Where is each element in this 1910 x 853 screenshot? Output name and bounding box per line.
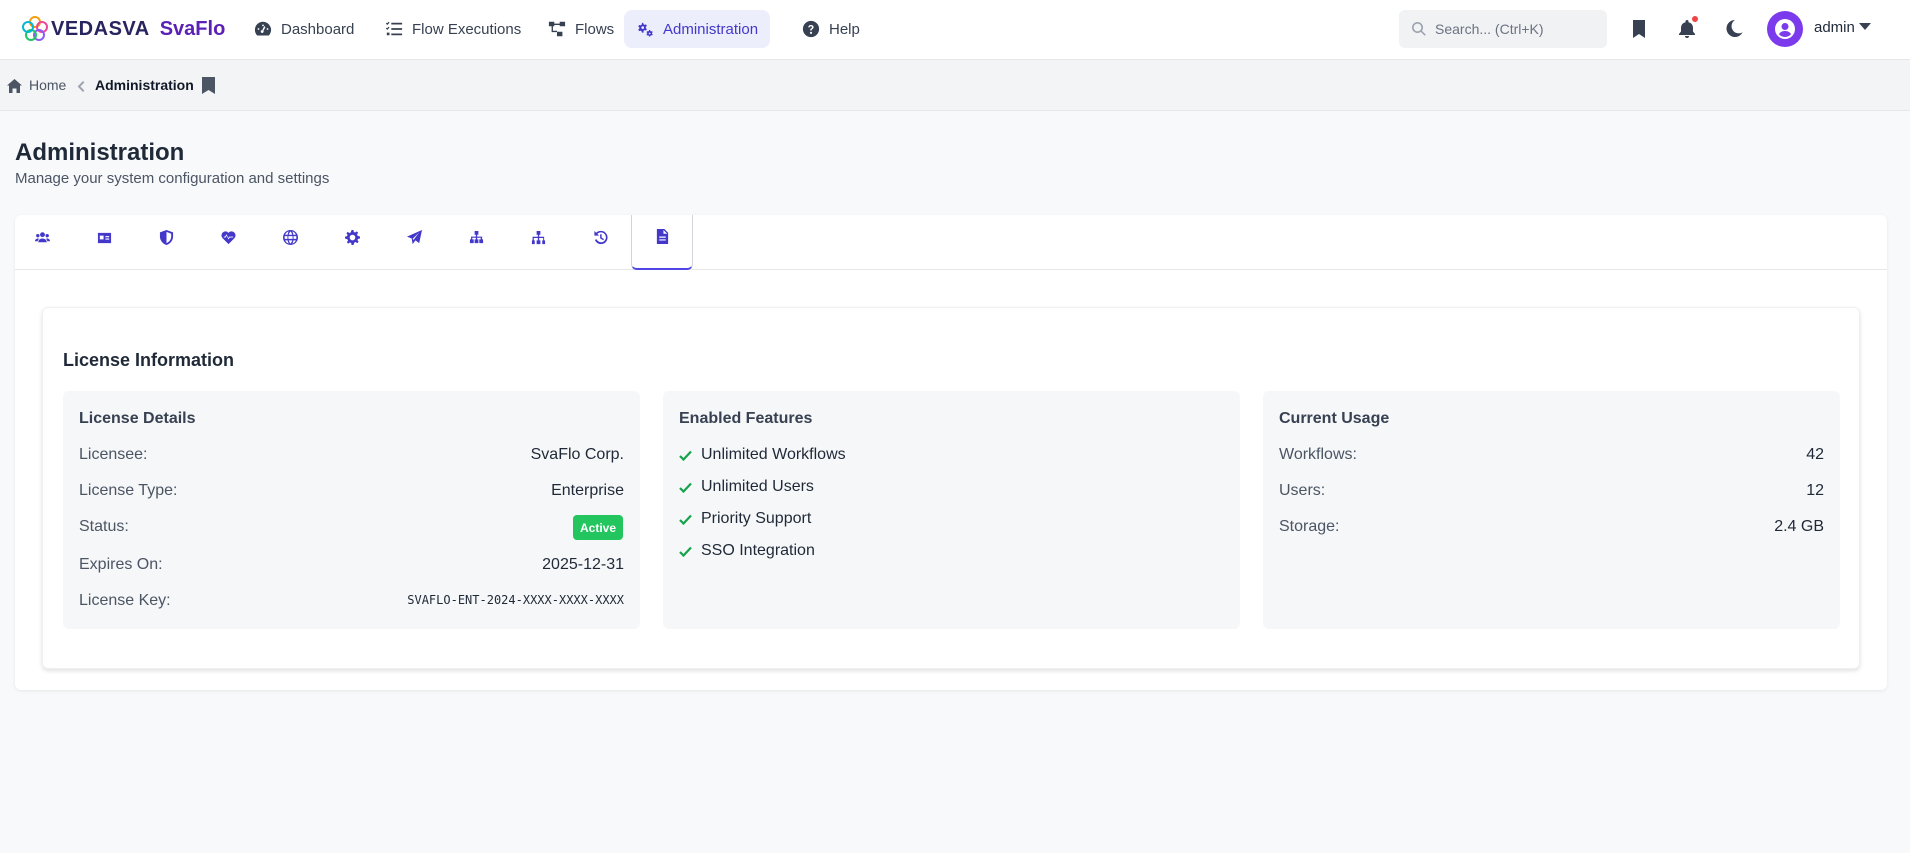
tab-settings[interactable]: [321, 215, 383, 270]
theme-toggle-button[interactable]: [1722, 16, 1746, 42]
license-key-value: SVAFLO-ENT-2024-XXXX-XXXX-XXXX: [407, 593, 624, 607]
users-value: 12: [1806, 482, 1824, 499]
hierarchy-icon: [531, 230, 545, 245]
brand-product: SvaFlo: [159, 17, 226, 40]
globe-icon: [282, 230, 298, 245]
flower-logo-icon: [22, 16, 48, 41]
question-circle-icon: [802, 20, 820, 38]
current-usage-title: Current Usage: [1279, 410, 1390, 427]
brand-name: VEDASVA: [51, 17, 150, 40]
search-input[interactable]: Search... (Ctrl+K): [1399, 10, 1607, 48]
feature-item: Unlimited Users: [679, 478, 814, 496]
shield-icon: [159, 230, 173, 245]
nav-flow-executions[interactable]: Flow Executions: [373, 10, 533, 48]
paper-plane-icon: [406, 230, 422, 245]
expires-label: Expires On:: [79, 556, 163, 573]
tab-id-card[interactable]: [73, 215, 135, 270]
tab-network[interactable]: [259, 215, 321, 270]
license-type-value: Enterprise: [551, 482, 624, 499]
enabled-features-title: Enabled Features: [679, 410, 813, 427]
home-icon: [7, 79, 22, 93]
licensee-label: Licensee:: [79, 446, 148, 463]
users-label: Users:: [1279, 482, 1326, 499]
tab-license[interactable]: [631, 215, 693, 270]
tab-audit-history[interactable]: [569, 215, 631, 270]
caret-down-icon[interactable]: [1859, 23, 1871, 30]
gauge-icon: [254, 21, 272, 36]
feature-item: SSO Integration: [679, 542, 815, 560]
feature-label: Unlimited Users: [701, 478, 814, 495]
tab-organization[interactable]: [507, 215, 569, 270]
breadcrumb-home[interactable]: Home: [29, 77, 66, 93]
nav-administration-label: Administration: [663, 20, 759, 38]
breadcrumb: [0, 61, 1910, 111]
file-icon: [656, 229, 668, 244]
tab-health[interactable]: [197, 215, 259, 270]
moon-icon: [1726, 20, 1743, 37]
storage-value: 2.4 GB: [1774, 518, 1824, 535]
status-label: Status:: [79, 518, 129, 535]
feature-label: Priority Support: [701, 510, 812, 527]
notification-dot: [1691, 15, 1699, 23]
nav-administration[interactable]: Administration: [624, 10, 771, 48]
nav-dashboard[interactable]: Dashboard: [242, 10, 366, 48]
nav-dashboard-label: Dashboard: [281, 20, 355, 38]
workflows-value: 42: [1806, 446, 1824, 463]
page-subtitle: Manage your system configuration and set…: [15, 170, 330, 187]
notifications-button[interactable]: [1675, 15, 1699, 42]
license-type-label: License Type:: [79, 482, 178, 499]
gear-icon: [344, 230, 360, 245]
feature-item: Unlimited Workflows: [679, 446, 846, 464]
license-key-label: License Key:: [79, 592, 171, 609]
check-icon: [679, 546, 692, 557]
gears-icon: [638, 22, 653, 37]
list-check-icon: [385, 21, 403, 36]
user-name[interactable]: admin: [1814, 19, 1855, 36]
flow-diagram-icon: [548, 21, 566, 37]
user-circle-icon: [1775, 19, 1795, 39]
bookmarks-button[interactable]: [1627, 16, 1651, 42]
breadcrumb-current: Administration: [95, 77, 194, 93]
storage-label: Storage:: [1279, 518, 1340, 535]
chevron-left-icon: [77, 81, 85, 92]
users-icon: [34, 232, 50, 243]
feature-label: Unlimited Workflows: [701, 446, 846, 463]
tab-integrations[interactable]: [445, 215, 507, 270]
check-icon: [679, 514, 692, 525]
check-icon: [679, 482, 692, 493]
brand-logo-link[interactable]: VEDASVA SvaFlo: [22, 14, 225, 44]
search-placeholder: Search... (Ctrl+K): [1435, 21, 1544, 37]
top-navbar: VEDASVA SvaFlo Dashboard Flow Executions…: [0, 0, 1910, 60]
nav-help[interactable]: Help: [790, 10, 872, 48]
heart-pulse-icon: [220, 231, 236, 245]
expires-value: 2025-12-31: [542, 556, 624, 573]
nav-flow-executions-label: Flow Executions: [412, 20, 522, 38]
bookmark-page-icon[interactable]: [202, 77, 215, 94]
feature-item: Priority Support: [679, 510, 811, 528]
id-card-icon: [97, 232, 111, 244]
history-icon: [593, 230, 608, 245]
licensee-value: SvaFlo Corp.: [530, 446, 624, 463]
user-avatar[interactable]: [1767, 11, 1803, 47]
license-details-title: License Details: [79, 410, 196, 427]
bookmark-icon: [1633, 20, 1645, 38]
search-icon: [1412, 22, 1426, 36]
tab-users[interactable]: [11, 215, 73, 270]
license-section-title: License Information: [63, 350, 235, 370]
feature-label: SSO Integration: [701, 542, 815, 559]
page-title: Administration: [15, 139, 185, 166]
check-icon: [679, 450, 692, 461]
workflows-label: Workflows:: [1279, 446, 1357, 463]
sitemap-icon: [469, 230, 483, 244]
tab-security[interactable]: [135, 215, 197, 270]
nav-flows-label: Flows: [575, 20, 615, 38]
nav-help-label: Help: [829, 20, 860, 38]
tab-notifications[interactable]: [383, 215, 445, 270]
nav-flows[interactable]: Flows: [536, 10, 626, 48]
status-badge: Active: [573, 515, 623, 540]
